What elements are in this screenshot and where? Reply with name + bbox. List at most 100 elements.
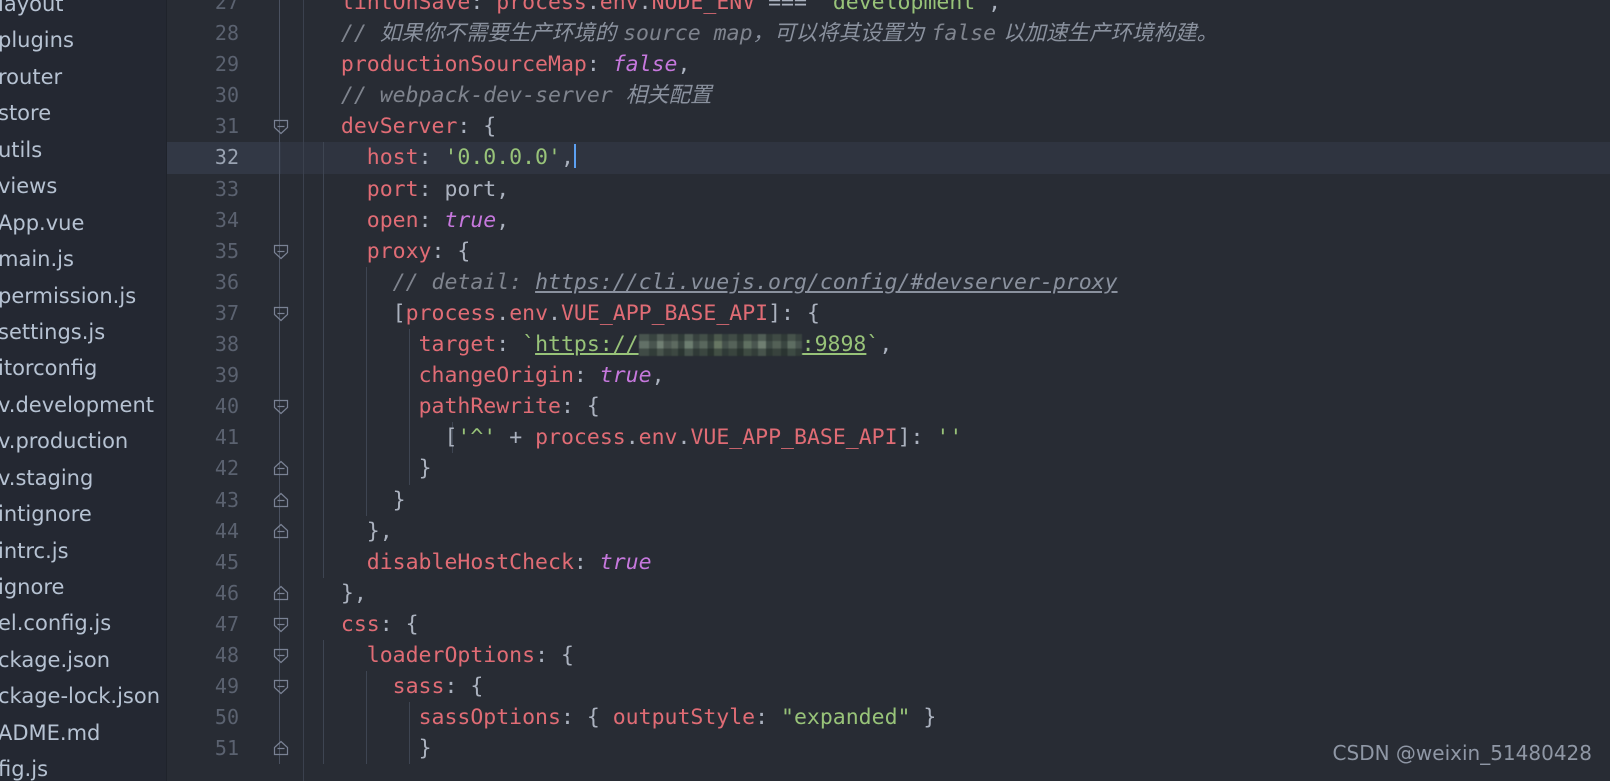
line-code[interactable]: productionSourceMap: false, — [315, 49, 1610, 80]
file-tree-item[interactable]: ADME.md — [0, 715, 167, 751]
fold-region-end-icon[interactable] — [269, 733, 293, 764]
editor-line[interactable]: 33 port: port, — [167, 173, 1610, 205]
file-tree-item[interactable]: v.development — [0, 387, 167, 423]
file-tree-item[interactable]: intignore — [0, 496, 167, 532]
line-code[interactable]: changeOrigin: true, — [315, 360, 1610, 391]
code-editor[interactable]: 27 lintOnSave: process.env.NODE_ENV === … — [167, 0, 1610, 781]
line-code[interactable]: open: true, — [315, 205, 1610, 236]
editor-line[interactable]: 34 open: true, — [167, 204, 1610, 236]
editor-line[interactable]: 36 // detail: https://cli.vuejs.org/conf… — [167, 266, 1610, 298]
fold-region-end-icon[interactable] — [269, 453, 293, 484]
file-tree-item[interactable]: settings.js — [0, 314, 167, 350]
line-code[interactable]: devServer: { — [315, 111, 1610, 142]
file-tree-item-label: ADME.md — [0, 720, 101, 745]
fold-guide-line — [279, 546, 280, 578]
editor-line[interactable]: 46 }, — [167, 577, 1610, 609]
editor-line[interactable]: 42 } — [167, 453, 1610, 485]
editor-line[interactable]: 31 devServer: { — [167, 111, 1610, 143]
editor-line[interactable]: 40 pathRewrite: { — [167, 391, 1610, 423]
fold-expanded-icon[interactable] — [269, 236, 293, 267]
line-code[interactable]: }, — [315, 578, 1610, 609]
editor-line[interactable]: 37 [process.env.VUE_APP_BASE_API]: { — [167, 297, 1610, 330]
text-caret — [573, 144, 576, 169]
code-token: outputStyle — [612, 705, 756, 731]
fold-expanded-icon[interactable] — [269, 640, 293, 671]
file-tree-item[interactable]: main.js — [0, 241, 167, 277]
file-tree-item[interactable]: utils — [0, 132, 167, 168]
editor-line[interactable]: 38 target: `https://:9898`, — [167, 329, 1610, 361]
editor-line[interactable]: 50 sassOptions: { outputStyle: "expanded… — [167, 702, 1610, 734]
file-tree-item[interactable]: layout — [0, 0, 167, 22]
file-tree-item[interactable]: permission.js — [0, 278, 167, 314]
line-code[interactable]: // webpack-dev-server 相关配置 — [315, 80, 1610, 111]
file-tree-item[interactable]: v.production — [0, 423, 167, 459]
fold-expanded-icon[interactable] — [269, 391, 293, 422]
line-code[interactable]: ['^' + process.env.VUE_APP_BASE_API]: '' — [315, 422, 1610, 453]
line-code[interactable]: lintOnSave: process.env.NODE_ENV === 'de… — [315, 0, 1610, 18]
fold-region-end-icon[interactable] — [269, 516, 293, 547]
fold-expanded-icon[interactable] — [269, 609, 293, 640]
fold-expanded-icon[interactable] — [269, 671, 293, 702]
line-code[interactable]: css: { — [315, 609, 1610, 640]
editor-line[interactable]: 39 changeOrigin: true, — [167, 360, 1610, 392]
file-tree-item[interactable]: ckage.json — [0, 642, 167, 678]
code-token: proxy — [366, 238, 432, 264]
line-code[interactable]: loaderOptions: { — [315, 640, 1610, 671]
line-code[interactable]: port: port, — [315, 174, 1610, 205]
code-token: { — [457, 238, 471, 264]
file-tree-item[interactable]: intrc.js — [0, 533, 167, 569]
line-code[interactable]: pathRewrite: { — [315, 391, 1610, 422]
file-tree-item[interactable]: router — [0, 59, 167, 95]
file-tree-item[interactable]: itorconfig — [0, 350, 167, 386]
file-tree-item[interactable]: el.config.js — [0, 605, 167, 641]
file-tree-item[interactable]: v.staging — [0, 460, 167, 496]
file-tree-item[interactable]: plugins — [0, 22, 167, 58]
project-sidebar[interactable]: layout plugins router store utils views App.vu… — [0, 0, 167, 781]
fold-region-end-icon[interactable] — [269, 578, 293, 609]
line-code[interactable]: } — [315, 733, 1610, 764]
editor-line[interactable]: 49 sass: { — [167, 671, 1610, 703]
file-tree-item[interactable]: fig.js — [0, 751, 167, 781]
line-code[interactable]: host: '0.0.0.0', — [315, 142, 1610, 173]
file-tree-item[interactable]: App.vue — [0, 205, 167, 241]
fold-region-end-icon[interactable] — [269, 485, 293, 516]
file-tree-item[interactable]: ignore — [0, 569, 167, 605]
line-code[interactable]: [process.env.VUE_APP_BASE_API]: { — [315, 298, 1610, 329]
editor-line[interactable]: 47 css: { — [167, 608, 1610, 640]
editor-line[interactable]: 44 }, — [167, 515, 1610, 547]
fold-expanded-icon[interactable] — [269, 298, 293, 329]
editor-line[interactable]: 35 proxy: { — [167, 235, 1610, 267]
line-code[interactable]: proxy: { — [315, 236, 1610, 267]
line-code[interactable]: // detail: https://cli.vuejs.org/config/… — [315, 267, 1610, 298]
line-code[interactable]: } — [315, 453, 1610, 484]
code-token: NODE_ENV — [651, 0, 756, 15]
editor-line[interactable]: 41 ['^' + process.env.VUE_APP_BASE_API]:… — [167, 422, 1610, 454]
editor-line[interactable]: 45 disableHostCheck: true — [167, 546, 1610, 578]
line-code[interactable]: disableHostCheck: true — [315, 547, 1610, 578]
editor-line[interactable]: 27 lintOnSave: process.env.NODE_ENV === … — [167, 0, 1610, 19]
file-tree[interactable]: layout plugins router store utils views App.vu… — [0, 0, 167, 781]
code-token: ]: — [897, 425, 937, 451]
file-tree-item[interactable]: store — [0, 95, 167, 131]
editor-lines[interactable]: 27 lintOnSave: process.env.NODE_ENV === … — [167, 0, 1610, 765]
file-tree-item[interactable]: views — [0, 168, 167, 204]
line-code[interactable]: } — [315, 485, 1610, 516]
line-code[interactable]: sassOptions: { outputStyle: "expanded" } — [315, 702, 1610, 733]
editor-line[interactable]: 51 } — [167, 733, 1610, 765]
line-code[interactable]: }, — [315, 516, 1610, 547]
file-tree-item-label: router — [0, 64, 63, 89]
line-code[interactable]: target: `https://:9898`, — [315, 329, 1610, 360]
file-tree-item[interactable]: ckage-lock.json — [0, 678, 167, 714]
editor-line[interactable]: 30 // webpack-dev-server 相关配置 — [167, 80, 1610, 112]
editor-line[interactable]: 29 productionSourceMap: false, — [167, 49, 1610, 81]
editor-line[interactable]: 48 loaderOptions: { — [167, 639, 1610, 672]
code-token: , — [651, 363, 665, 389]
line-code[interactable]: // 如果你不需要生产环境的 source map，可以将其设置为 false … — [315, 18, 1610, 49]
editor-line[interactable]: 28 // 如果你不需要生产环境的 source map，可以将其设置为 fal… — [167, 18, 1610, 50]
fold-expanded-icon[interactable] — [269, 111, 293, 142]
editor-line[interactable]: 43 } — [167, 484, 1610, 516]
editor-line[interactable]: 32 host: '0.0.0.0', — [167, 142, 1610, 174]
line-code[interactable]: sass: { — [315, 671, 1610, 702]
